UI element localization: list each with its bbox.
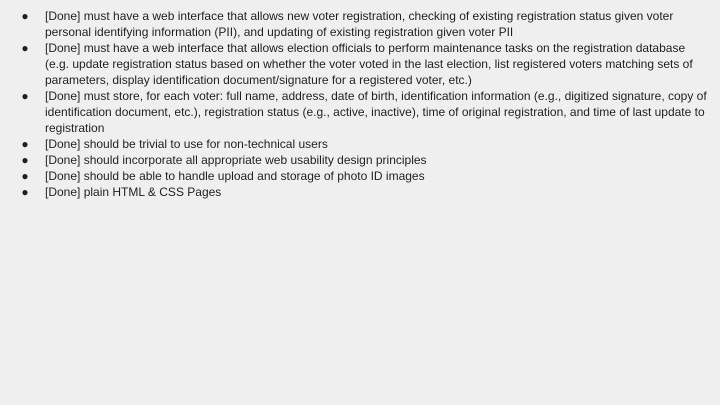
requirement-text: [Done] plain HTML & CSS Pages <box>45 185 222 199</box>
requirement-text: [Done] must have a web interface that al… <box>45 9 674 39</box>
bullet-icon: ● <box>21 9 29 23</box>
requirement-text: [Done] should incorporate all appropriat… <box>45 153 427 167</box>
requirement-item-officials-interface: ● [Done] must have a web interface that … <box>0 40 720 88</box>
bullet-icon: ● <box>21 41 29 55</box>
requirements-list: ● [Done] must have a web interface that … <box>0 8 720 200</box>
requirement-item-photo-id-upload: ● [Done] should be able to handle upload… <box>0 168 720 184</box>
requirement-text: [Done] should be able to handle upload a… <box>45 169 425 183</box>
requirement-text: [Done] should be trivial to use for non-… <box>45 137 328 151</box>
requirement-item-registration-interface: ● [Done] must have a web interface that … <box>0 8 720 40</box>
bullet-icon: ● <box>21 89 29 103</box>
bullet-icon: ● <box>21 169 29 183</box>
requirement-item-ease-of-use: ● [Done] should be trivial to use for no… <box>0 136 720 152</box>
slide-page: ● [Done] must have a web interface that … <box>0 0 720 405</box>
requirement-item-voter-data-storage: ● [Done] must store, for each voter: ful… <box>0 88 720 136</box>
requirement-item-plain-html-css: ● [Done] plain HTML & CSS Pages <box>0 184 720 200</box>
bullet-icon: ● <box>21 137 29 151</box>
requirement-item-usability-principles: ● [Done] should incorporate all appropri… <box>0 152 720 168</box>
requirement-text: [Done] must store, for each voter: full … <box>45 89 707 135</box>
bullet-icon: ● <box>21 153 29 167</box>
bullet-icon: ● <box>21 185 29 199</box>
requirement-text: [Done] must have a web interface that al… <box>45 41 693 87</box>
